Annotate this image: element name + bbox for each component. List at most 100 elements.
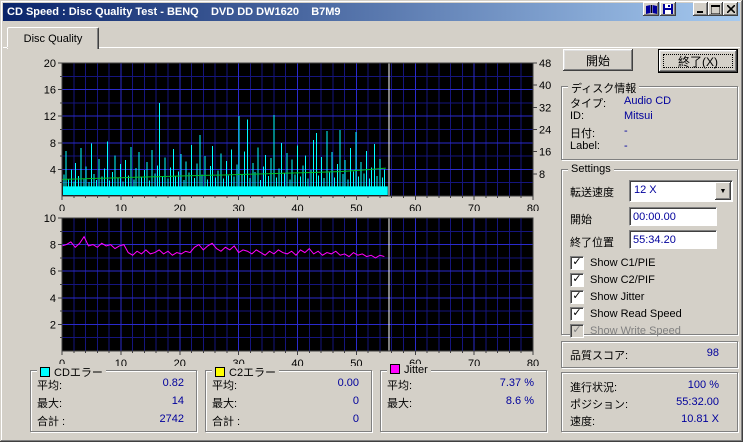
- c2-total-value: 0: [352, 413, 359, 425]
- disc-type-label: タイプ:: [570, 98, 607, 110]
- title-bar[interactable]: CD Speed : Disc Quality Test - BENQ DVD …: [3, 3, 740, 21]
- svg-text:80: 80: [527, 358, 539, 366]
- cd-max-label: 最大:: [37, 398, 63, 410]
- start-pos-input[interactable]: [629, 207, 717, 226]
- checkbox-show-c2-pif[interactable]: ✓: [570, 272, 584, 287]
- svg-text:4: 4: [50, 164, 56, 176]
- close-icon[interactable]: [723, 2, 738, 16]
- cd-error-color-swatch: [40, 367, 50, 377]
- jitter-chart: 0 10 20 30 40 50 60 70 80246810: [44, 213, 539, 366]
- minimize-icon[interactable]: [693, 2, 708, 16]
- c2-avg-label: 平均:: [212, 380, 238, 392]
- status-box: 進行状況: 100 % ポジション: 55:32.00 速度: 10.81 X: [561, 372, 738, 432]
- cd-max-value: 14: [171, 395, 184, 407]
- disc-id-value: Mitsui: [624, 110, 653, 122]
- tab-strip-divider: [3, 47, 740, 48]
- checkbox-row-show-jitter[interactable]: ✓ Show Jitter: [570, 288, 731, 305]
- svg-text:2: 2: [50, 319, 56, 331]
- cd-error-stats-box: CDエラー 平均: 0.82 最大: 14 合計 : 2742: [30, 364, 197, 432]
- speed-status-label: 速度:: [570, 416, 596, 428]
- progress-value: 100 %: [687, 379, 719, 391]
- chevron-down-icon[interactable]: ▼: [715, 182, 731, 200]
- c2-avg-value: 0.00: [337, 377, 359, 389]
- jitter-color-swatch: [390, 364, 400, 374]
- svg-text:0: 0: [59, 203, 65, 211]
- svg-text:4: 4: [50, 293, 56, 305]
- start-pos-label: 開始: [570, 214, 592, 226]
- checkbox-show-c1-pie[interactable]: ✓: [570, 255, 584, 270]
- checkbox-label-show-c2-pif: Show C2/PIF: [590, 273, 655, 286]
- c1-error-chart: 0 10 20 30 40 50 60 70 804812162081624324048: [44, 58, 552, 211]
- position-value: 55:32.00: [676, 396, 719, 408]
- exit-button[interactable]: 終了(X): [658, 49, 738, 73]
- svg-text:8: 8: [539, 169, 545, 181]
- jitter-stats-box: Jitter 平均: 7.37 % 最大: 8.6 %: [380, 364, 547, 432]
- checkbox-row-show-write-speed: ✓ Show Write Speed: [570, 322, 731, 339]
- cd-total-value: 2742: [159, 413, 184, 425]
- svg-text:30: 30: [233, 203, 245, 211]
- speed-select[interactable]: 12 X ▼: [629, 180, 733, 202]
- checkbox-row-show-c1-pie[interactable]: ✓ Show C1/PIE: [570, 254, 731, 271]
- window-title: CD Speed : Disc Quality Test - BENQ DVD …: [7, 6, 341, 18]
- c2-error-color-swatch: [215, 367, 225, 377]
- save-icon[interactable]: [660, 2, 676, 16]
- c2-total-label: 合計 :: [212, 416, 241, 428]
- progress-label: 進行状況:: [570, 382, 618, 394]
- svg-text:40: 40: [291, 358, 303, 366]
- jitter-legend: Jitter: [387, 364, 431, 376]
- svg-text:40: 40: [539, 80, 551, 92]
- focus-rect: [663, 54, 733, 68]
- speed-label: 転送速度: [570, 187, 614, 199]
- checkbox-row-show-read-speed[interactable]: ✓ Show Read Speed: [570, 305, 731, 322]
- start-button-label: 開始: [585, 53, 610, 68]
- tab-disc-quality[interactable]: Disc Quality: [7, 27, 99, 49]
- svg-text:70: 70: [468, 203, 480, 211]
- cd-total-label: 合計 :: [37, 416, 66, 428]
- checkbox-row-show-c2-pif[interactable]: ✓ Show C2/PIF: [570, 271, 731, 288]
- c2-max-value: 0: [352, 395, 359, 407]
- disc-date-value: -: [624, 125, 628, 137]
- checkbox-label-show-jitter: Show Jitter: [590, 290, 645, 303]
- disc-type-value: Audio CD: [624, 95, 672, 107]
- app-window: CD Speed : Disc Quality Test - BENQ DVD …: [0, 0, 743, 442]
- start-button[interactable]: 開始: [563, 49, 633, 71]
- svg-text:48: 48: [539, 58, 551, 70]
- svg-text:50: 50: [350, 358, 362, 366]
- checkbox-label-show-read-speed: Show Read Speed: [590, 307, 682, 320]
- checkbox-show-jitter[interactable]: ✓: [570, 289, 584, 304]
- compare-icon[interactable]: [643, 2, 659, 16]
- disc-date-label: 日付:: [570, 128, 596, 140]
- svg-text:20: 20: [174, 358, 186, 366]
- svg-text:32: 32: [539, 102, 551, 114]
- c2-max-label: 最大:: [212, 398, 238, 410]
- checkbox-label-show-write-speed: Show Write Speed: [590, 324, 681, 337]
- svg-text:10: 10: [115, 358, 127, 366]
- svg-text:70: 70: [468, 358, 480, 366]
- maximize-icon[interactable]: [708, 2, 723, 16]
- svg-text:10: 10: [115, 203, 127, 211]
- disc-label-label: Label:: [570, 140, 600, 152]
- quality-score-value: 98: [706, 347, 719, 359]
- svg-text:20: 20: [174, 203, 186, 211]
- svg-text:16: 16: [539, 147, 551, 159]
- svg-text:16: 16: [44, 85, 56, 97]
- settings-group: Settings 転送速度 12 X ▼ 開始 終了位置 ✓ Show C1/PI…: [561, 163, 738, 338]
- svg-text:8: 8: [50, 240, 56, 252]
- end-pos-label: 終了位置: [570, 237, 614, 249]
- disc-info-group: ディスク情報 タイプ: Audio CD ID: Mitsui 日付: - La…: [561, 80, 738, 160]
- tab-notch: [7, 47, 96, 48]
- settings-title: Settings: [568, 163, 614, 175]
- svg-text:20: 20: [44, 58, 56, 70]
- jitter-max-label: 最大:: [387, 398, 413, 410]
- checkbox-show-read-speed[interactable]: ✓: [570, 306, 584, 321]
- end-pos-input[interactable]: [629, 230, 717, 249]
- position-label: ポジション:: [570, 399, 629, 411]
- svg-text:40: 40: [291, 203, 303, 211]
- jitter-avg-value: 7.37 %: [499, 377, 534, 389]
- jitter-avg-label: 平均:: [387, 380, 413, 392]
- checkbox-show-write-speed: ✓: [570, 323, 584, 338]
- c2-error-stats-box: C2エラー 平均: 0.00 最大: 0 合計 : 0: [205, 364, 372, 432]
- disc-label-value: -: [624, 140, 628, 152]
- jitter-title: Jitter: [404, 364, 428, 376]
- quality-score-box: 品質スコア: 98: [561, 341, 738, 368]
